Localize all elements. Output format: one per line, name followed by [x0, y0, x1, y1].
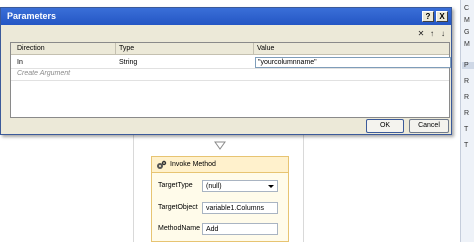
panel-item[interactable]: T	[464, 142, 474, 149]
column-header-type[interactable]: Type	[119, 45, 134, 52]
move-up-icon[interactable]: ↑	[427, 28, 437, 40]
grid-header: Direction Type Value	[11, 43, 449, 55]
type-cell[interactable]: String	[119, 59, 137, 66]
row-divider	[11, 80, 449, 81]
panel-item[interactable]: C	[464, 5, 474, 12]
activity-title: Invoke Method	[170, 161, 216, 168]
target-object-field[interactable]: variable1.Columns	[202, 202, 278, 214]
parameters-toolbar: ✕ ↑ ↓	[414, 27, 448, 41]
target-type-label: TargetType	[158, 182, 193, 189]
panel-item[interactable]: R	[464, 94, 474, 101]
value-field[interactable]: "yourcolumnname"	[255, 57, 451, 68]
chevron-down-icon[interactable]	[268, 185, 274, 188]
create-argument-row[interactable]: Create Argument	[11, 68, 449, 79]
panel-item-selected[interactable]: P	[462, 62, 474, 69]
properties-panel: C M G M P R R R T T	[460, 0, 474, 242]
column-separator[interactable]	[253, 43, 254, 55]
delete-icon[interactable]: ✕	[416, 28, 426, 40]
direction-cell[interactable]: In	[17, 59, 23, 66]
canvas-divider	[303, 128, 304, 242]
target-type-value: (null)	[206, 183, 222, 190]
column-separator[interactable]	[115, 43, 116, 55]
target-type-select[interactable]: (null)	[202, 180, 278, 192]
activity-header[interactable]: Invoke Method	[152, 157, 288, 173]
panel-item[interactable]: G	[464, 29, 474, 36]
invoke-method-activity[interactable]: Invoke Method TargetType (null) TargetOb…	[151, 156, 289, 242]
panel-item[interactable]: M	[464, 17, 474, 24]
cancel-button[interactable]: Cancel	[409, 119, 449, 133]
canvas-divider	[133, 128, 134, 242]
method-name-field[interactable]: Add	[202, 223, 278, 235]
ok-button[interactable]: OK	[366, 119, 404, 133]
connector-arrow-icon	[214, 141, 226, 150]
panel-item[interactable]: T	[464, 126, 474, 133]
parameters-grid: Direction Type Value In String "yourcolu…	[10, 42, 451, 118]
panel-item[interactable]: R	[464, 78, 474, 85]
table-row[interactable]: In String "yourcolumnname"	[11, 57, 451, 68]
method-name-value: Add	[206, 226, 219, 233]
close-button[interactable]: X	[436, 11, 448, 22]
method-name-label: MethodName	[158, 225, 201, 232]
move-down-icon[interactable]: ↓	[438, 28, 448, 40]
gears-icon	[157, 160, 167, 169]
help-button[interactable]: ?	[422, 11, 434, 22]
panel-item[interactable]: R	[464, 110, 474, 117]
target-object-label: TargetObject	[158, 204, 198, 211]
target-object-value: variable1.Columns	[206, 205, 264, 212]
create-argument-link[interactable]: Create Argument	[17, 70, 70, 77]
dialog-title: Parameters	[7, 11, 57, 21]
parameters-dialog: Parameters ? X ✕ ↑ ↓ Direction Type Valu…	[0, 7, 452, 135]
panel-item[interactable]: M	[464, 41, 474, 48]
dialog-titlebar[interactable]: Parameters ? X	[1, 8, 451, 25]
column-header-direction[interactable]: Direction	[17, 45, 45, 52]
column-header-value[interactable]: Value	[257, 45, 274, 52]
value-cell: "yourcolumnname"	[258, 59, 317, 66]
